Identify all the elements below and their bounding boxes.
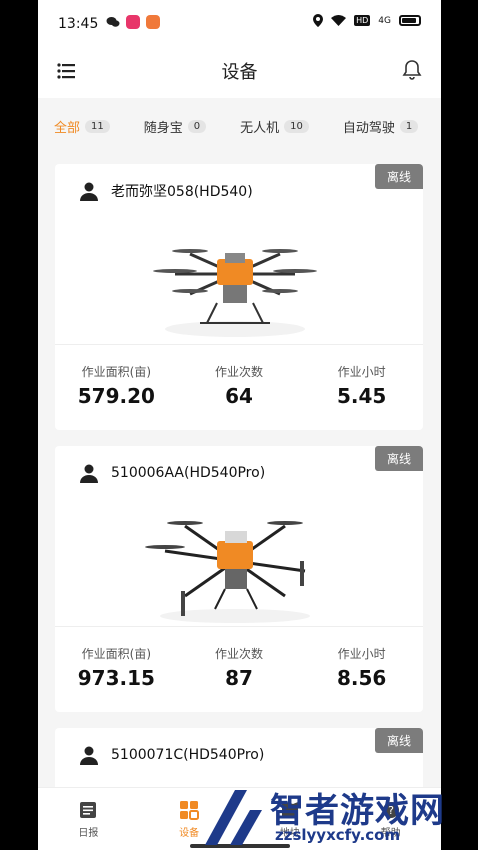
stat-count: 作业次数 64 — [178, 345, 301, 408]
nav-report[interactable]: 日报 — [38, 788, 139, 850]
device-header: 老而弥坚058(HD540) — [79, 181, 253, 201]
reader-app-icon — [146, 15, 160, 29]
stat-value: 579.20 — [77, 384, 155, 408]
watermark-logo — [205, 790, 262, 845]
wechat-icon — [106, 17, 120, 27]
stat-label: 作业面积(亩) — [81, 365, 152, 379]
page-title: 设备 — [221, 62, 258, 83]
status-time: 13:45 — [58, 16, 99, 32]
tab-all[interactable]: 全部 11 — [54, 117, 110, 136]
stat-label: 作业面积(亩) — [81, 647, 152, 661]
report-icon — [80, 801, 97, 818]
device-header: 5100071C(HD540Pro) — [79, 745, 264, 765]
status-badge: 离线 — [374, 728, 423, 753]
stat-hours: 作业小时 8.56 — [300, 627, 423, 690]
wifi-icon — [331, 15, 347, 26]
watermark-title: 智者游戏网 — [270, 791, 445, 831]
phone-screen: 13:45 HD 4G 设备 全部 11 随身宝 0 无人机 10 自动驾驶 1… — [38, 0, 441, 850]
user-icon — [80, 746, 98, 765]
system-icons: HD 4G — [313, 14, 421, 27]
device-card[interactable]: 离线 老而弥坚058(HD540) 作业面积(亩) 579.20 作业次数 64… — [55, 164, 423, 430]
notification-icons — [106, 15, 160, 29]
device-stats: 作业面积(亩) 579.20 作业次数 64 作业小时 5.45 — [55, 344, 423, 408]
tab-drone[interactable]: 无人机 10 — [240, 117, 309, 136]
bell-icon[interactable] — [401, 58, 423, 80]
stat-count: 作业次数 87 — [178, 627, 301, 690]
stat-value: 64 — [225, 384, 253, 408]
tab-handheld[interactable]: 随身宝 0 — [143, 117, 207, 136]
category-tabs: 全部 11 随身宝 0 无人机 10 自动驾驶 1 — [38, 98, 441, 154]
signal-label: 4G — [378, 15, 391, 26]
watermark: 智者游戏网 zzslyyxcfy.com — [195, 785, 478, 850]
device-stats: 作业面积(亩) 973.15 作业次数 87 作业小时 8.56 — [55, 626, 423, 690]
user-icon — [80, 464, 98, 483]
tab-label: 无人机 — [240, 120, 280, 136]
stat-label: 作业次数 — [215, 365, 264, 379]
status-badge: 离线 — [374, 446, 423, 471]
device-header: 510006AA(HD540Pro) — [79, 463, 265, 483]
status-badge: 离线 — [374, 164, 423, 189]
tab-autopilot[interactable]: 自动驾驶 1 — [342, 117, 419, 136]
stat-label: 作业小时 — [337, 365, 386, 379]
user-icon — [80, 182, 98, 201]
tab-label: 全部 — [54, 120, 81, 136]
battery-icon — [399, 15, 421, 26]
stat-label: 作业小时 — [337, 647, 386, 661]
tab-count: 11 — [85, 119, 110, 133]
music-app-icon — [126, 15, 140, 29]
status-bar: 13:45 HD 4G — [38, 0, 441, 50]
app-header: 设备 — [38, 50, 441, 98]
tab-count: 1 — [399, 119, 419, 133]
stat-value: 5.45 — [337, 384, 387, 408]
device-name: 510006AA(HD540Pro) — [111, 465, 266, 481]
tab-count: 10 — [284, 119, 309, 133]
stat-area: 作业面积(亩) 973.15 — [55, 627, 178, 690]
stat-area: 作业面积(亩) 579.20 — [55, 345, 178, 408]
stat-hours: 作业小时 5.45 — [300, 345, 423, 408]
stat-label: 作业次数 — [215, 647, 264, 661]
watermark-url: zzslyyxcfy.com — [275, 826, 401, 844]
stat-value: 8.56 — [337, 666, 387, 690]
drone-image — [153, 249, 317, 337]
device-card[interactable]: 离线 510006AA(HD540Pro) 作业面积(亩) 973.15 作业次… — [55, 446, 423, 712]
drone-image — [145, 521, 310, 623]
location-icon — [313, 14, 324, 27]
nav-label: 日报 — [78, 827, 99, 839]
tab-label: 自动驾驶 — [342, 120, 395, 136]
device-name: 5100071C(HD540Pro) — [111, 747, 265, 763]
tab-label: 随身宝 — [143, 120, 183, 136]
device-name: 老而弥坚058(HD540) — [111, 184, 253, 200]
hd-badge: HD — [354, 15, 371, 26]
stat-value: 973.15 — [77, 666, 155, 690]
tab-count: 0 — [187, 119, 207, 133]
stat-value: 87 — [225, 666, 253, 690]
